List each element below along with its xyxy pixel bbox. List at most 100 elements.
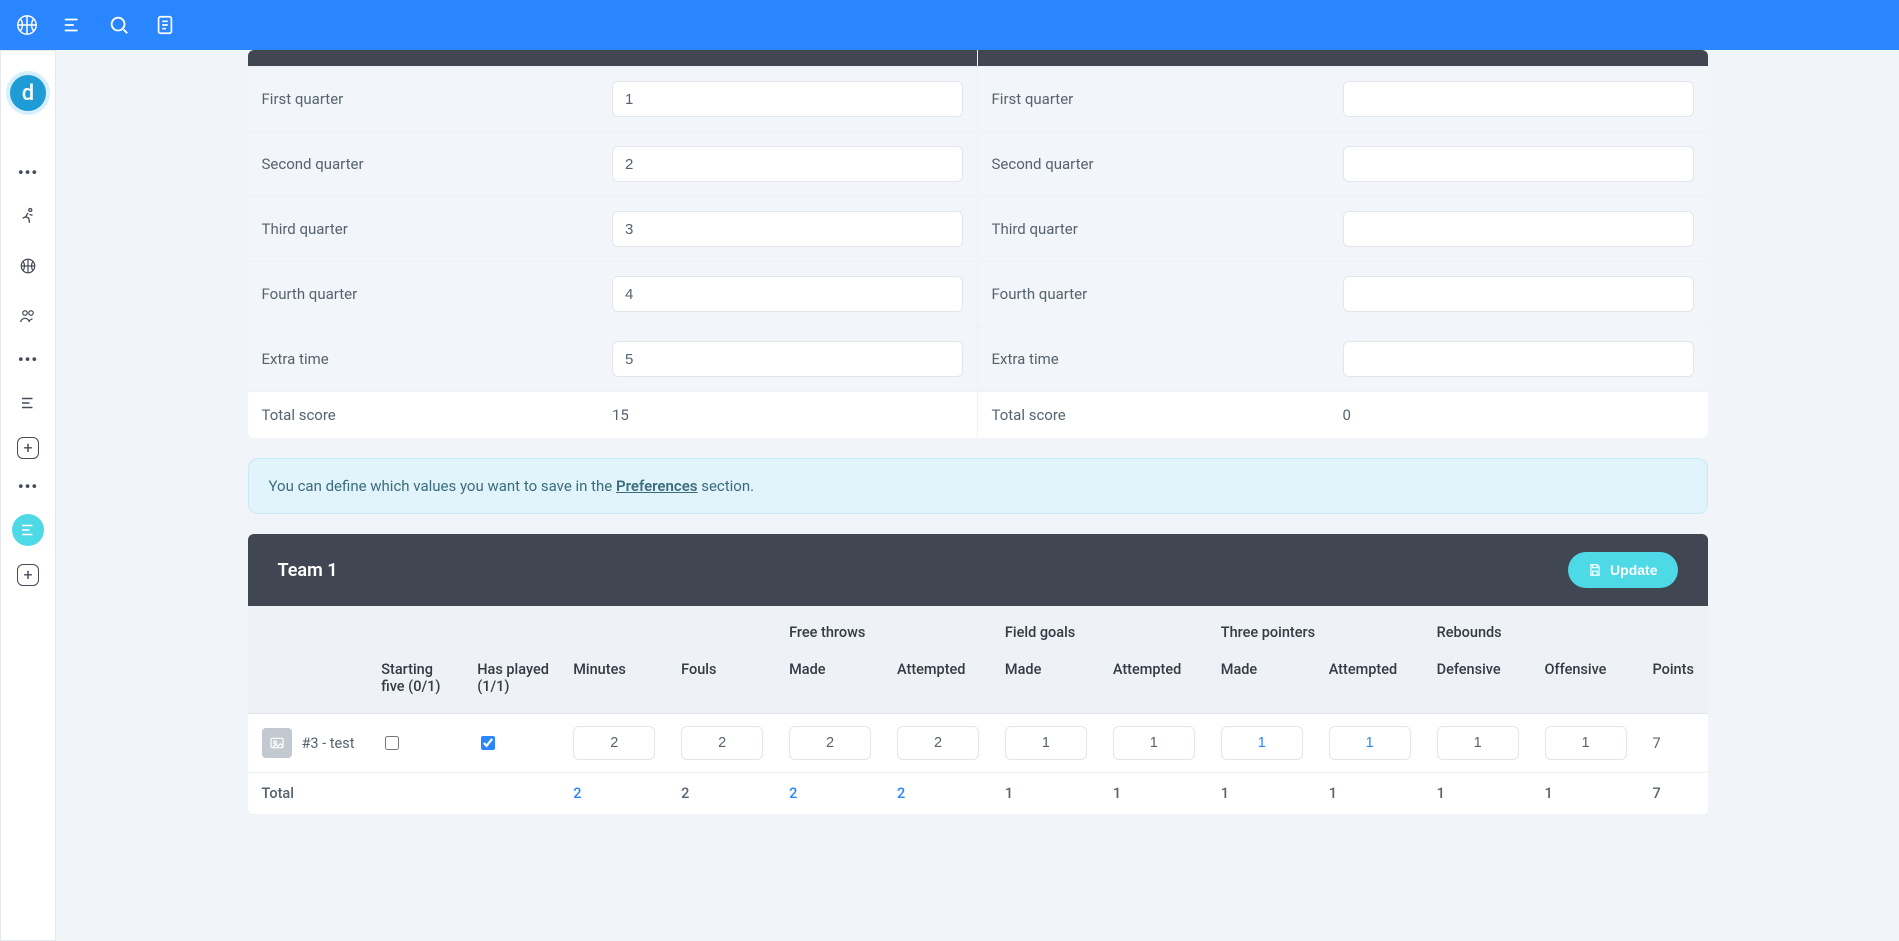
player-cell[interactable]: #3 - test [262,728,362,758]
score-col-right-header [978,50,1708,66]
team1-section: Team 1 Update Free th [248,534,1708,815]
ft-made-input[interactable] [789,726,871,760]
player-thumb-icon [262,728,292,758]
q2-label: Second quarter [262,155,613,173]
rail-active-bars-icon[interactable] [12,514,44,546]
total-points: 7 [1642,773,1707,815]
team1-header: Team 1 Update [248,534,1708,606]
extra-right-input[interactable] [1343,341,1694,377]
col-fouls: Fouls [671,651,779,714]
rail-more-3-icon[interactable]: ••• [18,477,38,496]
app-logo-basketball-icon[interactable] [16,14,38,36]
col-fouls-group [671,606,779,651]
col-minutes: Minutes [563,651,671,714]
col-tp-att: Attempted [1319,651,1427,714]
col-points-group [1642,606,1707,651]
col-ft-att: Attempted [887,651,995,714]
q4-label-r: Fourth quarter [992,285,1343,303]
col-reb-def: Defensive [1427,651,1535,714]
col-tp-made: Made [1211,651,1319,714]
extra-label-r: Extra time [992,350,1343,368]
doc-icon[interactable] [154,14,176,36]
extra-left-input[interactable] [612,341,963,377]
banner-suffix: section. [697,477,754,495]
preferences-link[interactable]: Preferences [616,477,698,495]
q1-right-input[interactable] [1343,81,1694,117]
fg-made-input[interactable] [1005,726,1087,760]
avatar[interactable]: d [6,71,50,115]
rail-people-icon[interactable] [12,300,44,332]
total-ft-att: 2 [887,773,995,815]
points-cell: 7 [1642,714,1707,773]
col-has-played: Has played (1/1) [467,651,563,714]
q4-right-input[interactable] [1343,276,1694,312]
rail-more-2-icon[interactable]: ••• [18,350,38,369]
total-fouls: 2 [671,773,779,815]
minutes-input[interactable] [573,726,655,760]
col-fg-made: Made [995,651,1103,714]
score-col-right: First quarter Second quarter Third quart… [978,50,1708,438]
col-hp-group [467,606,563,651]
rail-add-2-icon[interactable]: + [17,564,39,586]
rail-bars-icon[interactable] [12,387,44,419]
table-row: #3 - test [248,714,1708,773]
group-three-pointers: Three pointers [1211,606,1427,651]
q2-label-r: Second quarter [992,155,1343,173]
player-name: #3 - test [302,735,355,752]
search-icon[interactable] [108,14,130,36]
update-button[interactable]: Update [1568,552,1677,588]
q4-label: Fourth quarter [262,285,613,303]
q2-right-input[interactable] [1343,146,1694,182]
total-right-value: 0 [1343,406,1694,424]
total-tp-att: 1 [1319,773,1427,815]
tp-made-input[interactable] [1221,726,1303,760]
total-ft-made: 2 [779,773,887,815]
menu-bars-icon[interactable] [62,14,84,36]
save-icon [1588,563,1602,577]
q1-left-input[interactable] [612,81,963,117]
q4-left-input[interactable] [612,276,963,312]
score-col-left: First quarter Second quarter Third quart… [248,50,978,438]
total-left-label: Total score [262,406,613,424]
group-free-throws: Free throws [779,606,995,651]
col-reb-off: Offensive [1535,651,1643,714]
q3-label-r: Third quarter [992,220,1343,238]
topbar [0,0,1899,50]
q3-left-input[interactable] [612,211,963,247]
total-reb-def: 1 [1427,773,1535,815]
fg-att-input[interactable] [1113,726,1195,760]
rail-add-1-icon[interactable]: + [17,437,39,459]
col-starting-five: Starting five (0/1) [371,651,467,714]
tp-att-input[interactable] [1329,726,1411,760]
q2-left-input[interactable] [612,146,963,182]
ft-att-input[interactable] [897,726,979,760]
col-ft-made: Made [779,651,887,714]
table-total-row: Total 2 2 2 2 1 1 1 1 1 1 [248,773,1708,815]
q3-right-input[interactable] [1343,211,1694,247]
col-player-group [248,606,372,651]
rail-more-1-icon[interactable]: ••• [18,163,38,182]
total-left-value: 15 [612,406,963,424]
total-minutes: 2 [563,773,671,815]
has-played-checkbox[interactable] [481,736,495,750]
rail-basketball-icon[interactable] [12,250,44,282]
team1-title: Team 1 [278,560,338,581]
total-fg-made: 1 [995,773,1103,815]
extra-label: Extra time [262,350,613,368]
banner-prefix: You can define which values you want to … [269,477,616,495]
reb-off-input[interactable] [1545,726,1627,760]
total-label: Total [248,773,372,815]
total-tp-made: 1 [1211,773,1319,815]
rail-running-icon[interactable] [12,200,44,232]
q1-label: First quarter [262,90,613,108]
reb-def-input[interactable] [1437,726,1519,760]
col-fg-att: Attempted [1103,651,1211,714]
q1-label-r: First quarter [992,90,1343,108]
starting-five-checkbox[interactable] [385,736,399,750]
total-reb-off: 1 [1535,773,1643,815]
q3-label: Third quarter [262,220,613,238]
col-min-group [563,606,671,651]
total-fg-att: 1 [1103,773,1211,815]
stats-table: Free throws Field goals Three pointers R… [248,606,1708,815]
fouls-input[interactable] [681,726,763,760]
